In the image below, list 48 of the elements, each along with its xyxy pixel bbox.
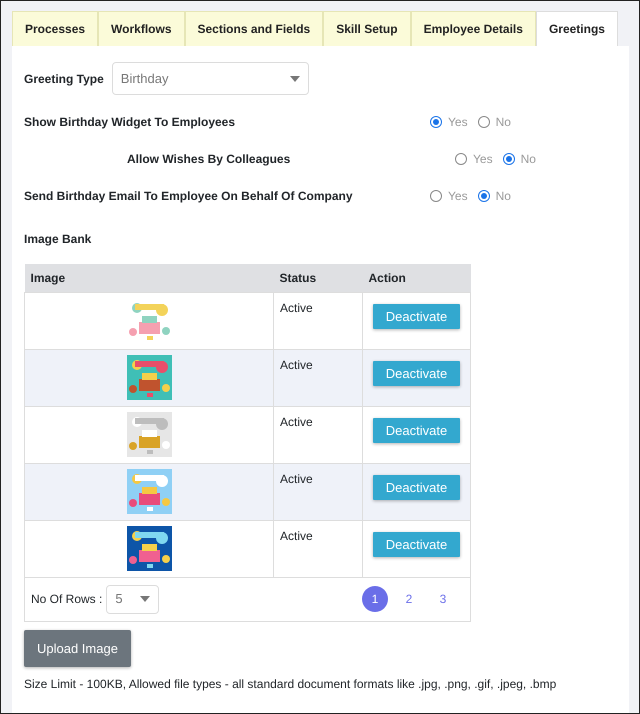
select-value: Birthday	[120, 70, 168, 88]
help-text: Size Limit - 100KB, Allowed file types - all standard document formats like .jpg, .png, .gif, .jpeg, .bmp	[24, 677, 556, 691]
radio-label: No	[496, 114, 511, 130]
tab[interactable]: Workflows	[98, 11, 184, 46]
column-header: Action	[362, 264, 470, 292]
radio-button[interactable]	[502, 152, 515, 164]
radio-label: No	[520, 150, 536, 168]
radio-label: Yes	[448, 114, 468, 130]
field-label: Greeting Type	[24, 70, 104, 88]
status-text: Active	[280, 300, 313, 314]
rows-label: No Of Rows :	[31, 591, 102, 608]
radio-label: Yes	[473, 150, 493, 168]
radio-button[interactable]	[478, 116, 490, 128]
deactivate-button[interactable]: Deactivate	[372, 360, 460, 386]
tab[interactable]: Greetings	[536, 11, 618, 46]
column-header: Status	[274, 264, 362, 292]
status-text: Active	[280, 528, 313, 542]
page-link[interactable]: 1	[362, 586, 388, 612]
setting-label: Send Birthday Email To Employee On Behalf Of Company	[24, 188, 354, 204]
page-link[interactable]: 2	[396, 586, 422, 612]
deactivate-button[interactable]: Deactivate	[372, 304, 460, 329]
setting-label: Show Birthday Widget To Employees	[24, 114, 236, 130]
tab[interactable]: Sections and Fields	[184, 11, 324, 46]
radio-button[interactable]	[430, 116, 442, 128]
deactivate-button[interactable]: Deactivate	[372, 474, 460, 500]
status-text: Active	[280, 472, 313, 486]
caret-icon	[290, 76, 300, 82]
radio-button[interactable]	[478, 190, 490, 202]
tab[interactable]: Processes	[12, 11, 98, 46]
upload-button[interactable]: Upload Image	[24, 630, 131, 667]
tab[interactable]: Skill Setup	[323, 11, 411, 46]
setting-label: Allow Wishes By Colleagues	[126, 150, 292, 168]
radio-button[interactable]	[430, 190, 442, 202]
status-text: Active	[280, 414, 313, 428]
rows-select[interactable]: 5	[106, 584, 160, 614]
caret-icon	[140, 596, 150, 602]
status-text: Active	[280, 358, 313, 372]
greeting-type-select[interactable]: Birthday	[112, 62, 309, 95]
deactivate-button[interactable]: Deactivate	[372, 418, 460, 443]
select-value: 5	[115, 590, 123, 608]
radio-label: No	[496, 188, 511, 204]
radio-button[interactable]	[455, 152, 467, 164]
tab[interactable]: Employee Details	[410, 11, 536, 46]
radio-label: Yes	[448, 188, 468, 204]
section-title: Image Bank	[24, 232, 92, 246]
deactivate-button[interactable]: Deactivate	[372, 532, 460, 557]
page-link[interactable]: 3	[430, 586, 456, 612]
column-header: Image	[24, 264, 274, 292]
